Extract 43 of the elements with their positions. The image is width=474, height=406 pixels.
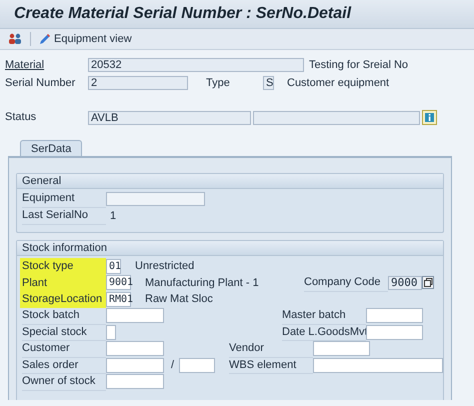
field-description: Manufacturing Plant - 1 bbox=[145, 276, 260, 290]
input-field[interactable] bbox=[106, 308, 164, 324]
material-field: 20532 bbox=[88, 58, 304, 72]
input-field[interactable] bbox=[313, 341, 370, 356]
input-field[interactable] bbox=[106, 358, 164, 373]
input-field[interactable] bbox=[106, 324, 116, 340]
company-code-field: 9000 bbox=[388, 276, 422, 290]
input-field[interactable] bbox=[366, 324, 423, 340]
info-icon[interactable] bbox=[422, 110, 437, 125]
people-icon[interactable] bbox=[8, 33, 22, 45]
group-title: Stock information bbox=[22, 240, 107, 256]
tab[interactable]: SerData bbox=[20, 140, 82, 156]
type-field: S bbox=[263, 76, 274, 90]
field-label: Last SerialNo bbox=[22, 207, 106, 225]
input-field[interactable]: RM01 bbox=[106, 292, 131, 307]
field-description: Raw Mat Sloc bbox=[145, 292, 214, 307]
field-label: Status bbox=[5, 110, 38, 126]
separator-text: / bbox=[171, 358, 176, 373]
field-label: Stock type bbox=[20, 258, 106, 274]
field-label: Plant bbox=[20, 274, 106, 291]
equipment-view-button[interactable]: Equipment view bbox=[39, 30, 132, 48]
material-description: Testing for Sreial No bbox=[309, 58, 408, 73]
input-field[interactable] bbox=[179, 358, 215, 373]
input-field[interactable]: 01 bbox=[106, 258, 121, 274]
status-field: AVLB bbox=[88, 110, 251, 124]
field-label: Type bbox=[206, 76, 231, 91]
input-field[interactable] bbox=[106, 374, 164, 390]
window-title: Create Material Serial Number : SerNo.Detail bbox=[14, 4, 352, 24]
input-field[interactable]: 9001 bbox=[106, 275, 131, 290]
input-field[interactable] bbox=[106, 341, 164, 356]
field-description: Unrestricted bbox=[135, 259, 196, 274]
field-label: Serial Number bbox=[5, 76, 76, 91]
type-description: Customer equipment bbox=[287, 76, 390, 91]
group-title: General bbox=[22, 174, 62, 189]
equipment-field[interactable] bbox=[106, 192, 205, 206]
field-label: Material bbox=[5, 58, 46, 73]
field-value: 1 bbox=[110, 208, 116, 224]
pencil-icon bbox=[39, 33, 51, 45]
copy-icon[interactable] bbox=[422, 276, 434, 290]
input-field[interactable] bbox=[313, 358, 443, 373]
field-label: StorageLocation bbox=[20, 291, 106, 308]
serial-number-field: 2 bbox=[88, 76, 188, 90]
input-field[interactable] bbox=[366, 308, 423, 324]
